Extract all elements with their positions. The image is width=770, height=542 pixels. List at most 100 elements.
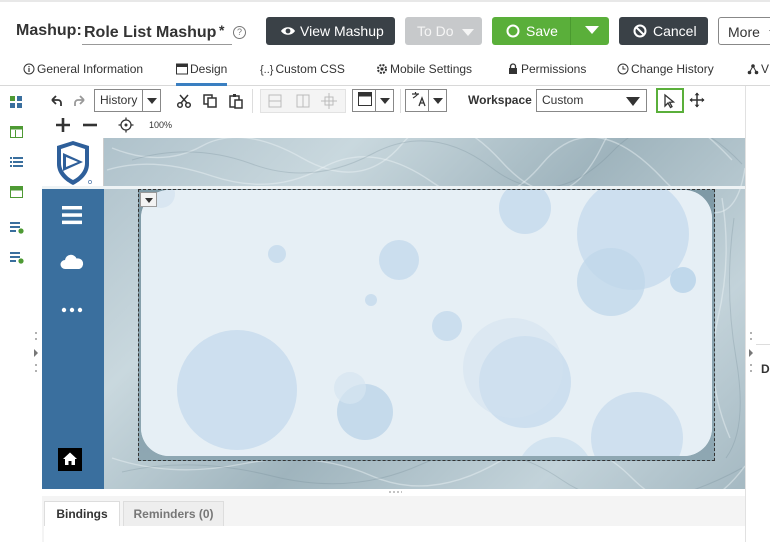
tab-label: Change History bbox=[631, 62, 714, 76]
tab-label: Custom CSS bbox=[275, 62, 345, 76]
save-options-dropdown[interactable] bbox=[575, 17, 609, 45]
fit-to-screen-icon[interactable] bbox=[118, 117, 134, 133]
tab-visualization[interactable]: V bbox=[747, 62, 769, 86]
tab-change-history[interactable]: Change History bbox=[617, 62, 714, 86]
paste-icon[interactable] bbox=[228, 93, 244, 109]
cancel-button[interactable]: Cancel bbox=[619, 17, 708, 45]
chevron-down-icon bbox=[145, 198, 153, 203]
cancel-label: Cancel bbox=[653, 23, 697, 39]
data-list-icon[interactable] bbox=[10, 222, 24, 234]
layout-options-dropdown[interactable] bbox=[352, 89, 394, 112]
grip-dot bbox=[35, 364, 37, 366]
zoom-in-icon[interactable] bbox=[55, 117, 71, 133]
grip-dot bbox=[35, 338, 37, 340]
copy-icon[interactable] bbox=[202, 93, 218, 109]
canvas-footer-strip bbox=[104, 461, 745, 489]
bottom-panel-splitter[interactable] bbox=[42, 489, 745, 496]
cut-icon[interactable] bbox=[176, 93, 192, 109]
layout-button-group bbox=[260, 89, 346, 113]
pointer-icon bbox=[664, 93, 676, 109]
history-label: History bbox=[100, 93, 138, 107]
todo-label: To Do bbox=[417, 23, 454, 39]
unsaved-marker: * bbox=[219, 22, 225, 38]
todo-button[interactable]: To Do bbox=[405, 17, 482, 45]
mashup-label: Mashup: bbox=[16, 22, 82, 39]
redo-icon[interactable] bbox=[72, 93, 88, 109]
info-icon bbox=[23, 63, 35, 75]
tab-label: General Information bbox=[37, 62, 144, 76]
navigation-column bbox=[42, 189, 104, 489]
view-mashup-button[interactable]: View Mashup bbox=[266, 17, 395, 45]
visualization-icon bbox=[747, 64, 759, 75]
more-label: More bbox=[728, 24, 760, 40]
select-tool-button[interactable] bbox=[656, 88, 684, 113]
container-icon[interactable] bbox=[321, 93, 337, 109]
language-dropdown[interactable] bbox=[405, 89, 447, 112]
content-container[interactable] bbox=[138, 189, 715, 461]
grip-dot bbox=[750, 332, 752, 334]
grip-dot bbox=[750, 338, 752, 340]
cancel-icon bbox=[633, 24, 647, 38]
panel-icon[interactable] bbox=[10, 186, 24, 198]
session-list-icon[interactable] bbox=[10, 252, 24, 264]
widget-tool-rail bbox=[0, 86, 32, 542]
grip-dots-icon bbox=[388, 491, 402, 493]
grip-dot bbox=[35, 332, 37, 334]
zoom-out-icon[interactable] bbox=[82, 117, 98, 133]
more-options-icon[interactable] bbox=[59, 297, 85, 323]
cloud-icon[interactable] bbox=[59, 250, 85, 276]
company-logo bbox=[42, 138, 104, 188]
tab-permissions[interactable]: Permissions bbox=[507, 62, 586, 86]
grip-dot bbox=[750, 364, 752, 366]
widgets-icon[interactable] bbox=[10, 96, 24, 108]
right-panel-label[interactable]: D bbox=[761, 362, 770, 376]
mashup-name-field[interactable] bbox=[82, 21, 232, 45]
chevron-down-icon bbox=[462, 28, 475, 36]
bokeh-background-image bbox=[141, 190, 712, 456]
toolbar-separator bbox=[252, 89, 253, 113]
right-panel-divider bbox=[745, 86, 746, 542]
circle-icon bbox=[506, 24, 520, 38]
gear-icon bbox=[377, 64, 387, 74]
bokeh-content-panel bbox=[141, 190, 712, 456]
hamburger-menu-icon[interactable] bbox=[59, 202, 85, 228]
help-icon[interactable]: ? bbox=[233, 26, 246, 39]
tab-bindings[interactable]: Bindings bbox=[44, 501, 120, 527]
collapse-arrow-icon[interactable] bbox=[34, 349, 38, 357]
css-braces-icon: {..} bbox=[260, 64, 274, 76]
tab-label: Mobile Settings bbox=[390, 62, 473, 76]
more-button[interactable]: More bbox=[718, 17, 770, 45]
widget-options-toggle[interactable] bbox=[140, 192, 157, 207]
lock-icon bbox=[509, 63, 517, 74]
tab-reminders[interactable]: Reminders (0) bbox=[123, 501, 224, 527]
left-panel-splitter[interactable] bbox=[33, 86, 39, 542]
workspace-dropdown[interactable]: Custom bbox=[536, 89, 647, 112]
right-panel-border bbox=[756, 344, 770, 345]
eye-icon bbox=[281, 27, 295, 35]
workspace-label: Workspace bbox=[468, 93, 532, 107]
design-icon bbox=[176, 63, 188, 75]
tab-general-information[interactable]: General Information bbox=[23, 62, 143, 86]
mashup-header: Mashup: * ? View Mashup To Do Save Cance… bbox=[0, 0, 770, 58]
tab-custom-css[interactable]: {..} Custom CSS bbox=[260, 62, 345, 86]
grip-dot bbox=[35, 370, 37, 372]
history-dropdown[interactable]: History bbox=[94, 89, 161, 112]
expand-arrow-icon[interactable] bbox=[749, 349, 753, 357]
tab-design[interactable]: Design bbox=[176, 62, 228, 86]
move-icon[interactable] bbox=[689, 92, 705, 108]
undo-icon[interactable] bbox=[48, 93, 64, 109]
bindings-content bbox=[44, 526, 745, 542]
shield-logo-icon bbox=[57, 141, 92, 185]
tab-mobile-settings[interactable]: Mobile Settings bbox=[376, 62, 472, 86]
list-icon[interactable] bbox=[10, 156, 24, 168]
mashup-canvas[interactable] bbox=[42, 138, 745, 489]
split-horizontal-icon[interactable] bbox=[267, 93, 283, 109]
layout-icon[interactable] bbox=[10, 126, 24, 138]
clock-icon bbox=[617, 63, 629, 75]
save-button[interactable]: Save bbox=[492, 17, 609, 45]
tab-label: Permissions bbox=[521, 62, 587, 76]
home-button[interactable] bbox=[58, 448, 82, 471]
save-label: Save bbox=[526, 23, 558, 39]
header-top-rule bbox=[0, 0, 770, 2]
split-vertical-icon[interactable] bbox=[295, 93, 311, 109]
